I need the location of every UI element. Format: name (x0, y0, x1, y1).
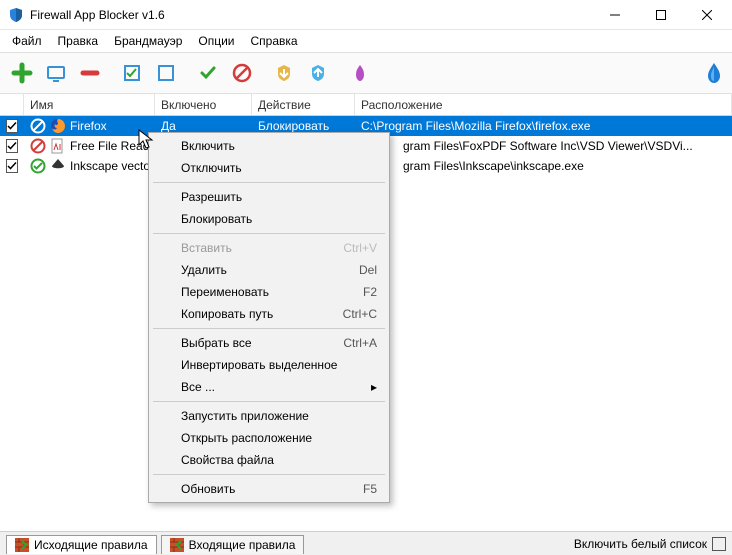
firewall-in-icon (170, 538, 184, 552)
whitelist-toggle[interactable]: Включить белый список (574, 537, 726, 551)
add-button[interactable] (6, 57, 38, 89)
menu-firewall[interactable]: Брандмауэр (106, 32, 190, 50)
process-button[interactable] (40, 57, 72, 89)
row-action: Блокировать (252, 119, 355, 133)
minimize-button[interactable] (592, 0, 638, 30)
cm-openloc[interactable]: Открыть расположение (151, 427, 387, 449)
context-menu: Включить Отключить Разрешить Блокировать… (148, 132, 390, 503)
allow-button[interactable] (192, 57, 224, 89)
cm-rename[interactable]: ПереименоватьF2 (151, 281, 387, 303)
row-location: gram Files\FoxPDF Software Inc\VSD Viewe… (355, 139, 732, 153)
row-name: Firefox (70, 119, 107, 133)
brand-icon (702, 61, 726, 85)
cm-invert[interactable]: Инвертировать выделенное (151, 354, 387, 376)
tab-outgoing[interactable]: Исходящие правила (6, 535, 157, 554)
tab-incoming[interactable]: Входящие правила (161, 535, 305, 554)
cm-selectall[interactable]: Выбрать всеCtrl+A (151, 332, 387, 354)
cm-enable[interactable]: Включить (151, 135, 387, 157)
row-name: Inkscape vector (70, 159, 154, 173)
chevron-right-icon: ▸ (371, 380, 377, 394)
menu-edit[interactable]: Правка (50, 32, 107, 50)
prohibit-icon (30, 138, 46, 154)
menu-file[interactable]: Файл (4, 32, 50, 50)
export-button[interactable] (268, 57, 300, 89)
row-checkbox[interactable] (6, 119, 18, 133)
statusbar: Исходящие правила Входящие правила Включ… (0, 531, 732, 555)
window-title: Firewall App Blocker v1.6 (30, 8, 592, 22)
firefox-icon (50, 118, 66, 134)
col-enabled[interactable]: Включено (155, 94, 252, 115)
cm-refresh[interactable]: ОбновитьF5 (151, 478, 387, 500)
col-location[interactable]: Расположение (355, 94, 732, 115)
cm-delete[interactable]: УдалитьDel (151, 259, 387, 281)
vsd-icon (50, 138, 66, 154)
cm-disable[interactable]: Отключить (151, 157, 387, 179)
col-check[interactable] (0, 94, 24, 115)
cm-run[interactable]: Запустить приложение (151, 405, 387, 427)
row-name: Free File Reader (70, 139, 155, 153)
checkall-button[interactable] (116, 57, 148, 89)
firewall-settings-button[interactable] (344, 57, 376, 89)
remove-button[interactable] (74, 57, 106, 89)
row-checkbox[interactable] (6, 159, 18, 173)
app-icon (8, 7, 24, 23)
inkscape-icon (50, 158, 66, 174)
uncheckall-button[interactable] (150, 57, 182, 89)
block-button[interactable] (226, 57, 258, 89)
import-button[interactable] (302, 57, 334, 89)
menubar: Файл Правка Брандмауэр Опции Справка (0, 30, 732, 52)
cm-props[interactable]: Свойства файла (151, 449, 387, 471)
firewall-out-icon (15, 538, 29, 552)
maximize-button[interactable] (638, 0, 684, 30)
menu-help[interactable]: Справка (243, 32, 306, 50)
titlebar: Firewall App Blocker v1.6 (0, 0, 732, 30)
prohibit-icon (30, 118, 46, 134)
allow-icon (30, 158, 46, 174)
column-headers: Имя Включено Действие Расположение (0, 94, 732, 116)
cm-allow[interactable]: Разрешить (151, 186, 387, 208)
menu-options[interactable]: Опции (190, 32, 242, 50)
col-action[interactable]: Действие (252, 94, 355, 115)
whitelist-checkbox[interactable] (712, 537, 726, 551)
col-name[interactable]: Имя (24, 94, 155, 115)
row-checkbox[interactable] (6, 139, 18, 153)
cm-more[interactable]: Все ...▸ (151, 376, 387, 398)
cm-copypath[interactable]: Копировать путьCtrl+C (151, 303, 387, 325)
close-button[interactable] (684, 0, 730, 30)
row-location: C:\Program Files\Mozilla Firefox\firefox… (355, 119, 732, 133)
cm-block[interactable]: Блокировать (151, 208, 387, 230)
row-location: gram Files\Inkscape\inkscape.exe (355, 159, 732, 173)
row-enabled: Да (155, 119, 252, 133)
toolbar (0, 52, 732, 94)
cm-paste: ВставитьCtrl+V (151, 237, 387, 259)
